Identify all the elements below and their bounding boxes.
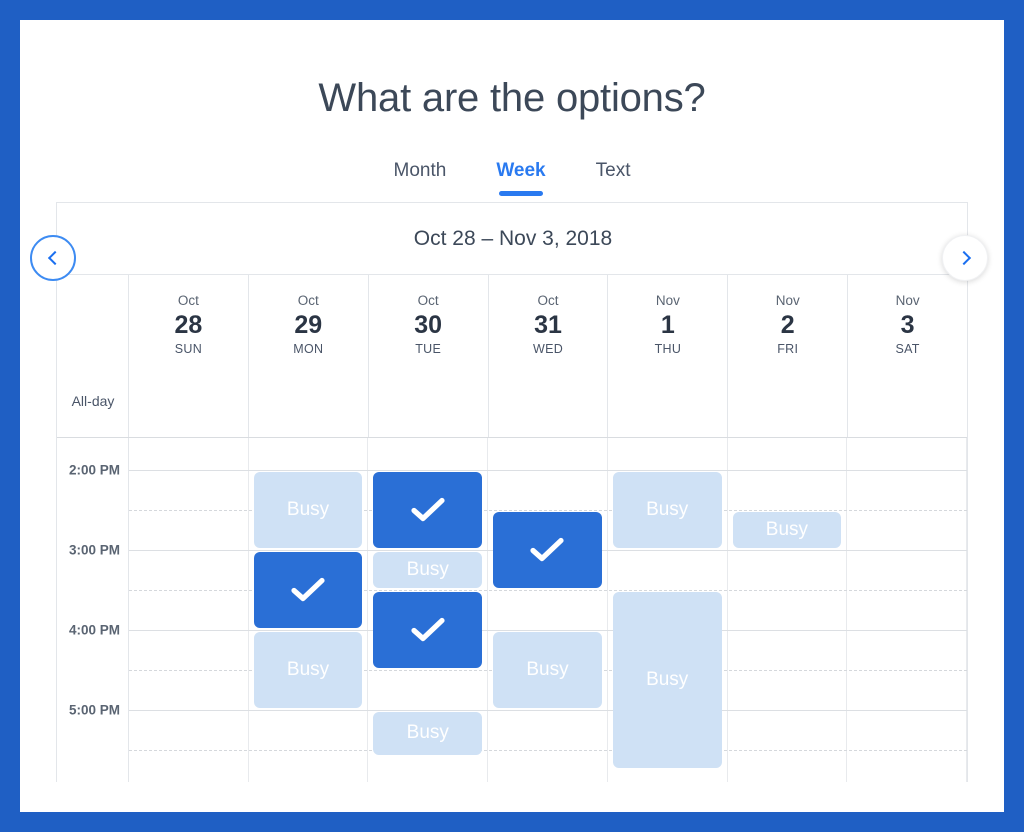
time-label-3: 5:00 PM	[68, 702, 120, 718]
day-header-5[interactable]: Nov 2 FRI	[728, 275, 849, 437]
content-card: What are the options? Month Week Text Oc…	[20, 20, 1004, 812]
outer-frame: What are the options? Month Week Text Oc…	[0, 0, 1024, 832]
day-header-2[interactable]: Oct 30 TUE	[369, 275, 489, 437]
event-busy-block[interactable]: Busy	[253, 472, 363, 548]
day-number-0: 28	[174, 311, 203, 339]
chevron-right-icon	[956, 250, 971, 266]
hour-line-2	[129, 630, 967, 631]
chevron-left-icon	[47, 250, 62, 266]
view-tabs: Month Week Text	[20, 152, 1004, 196]
time-label-0: 2:00 PM	[68, 462, 120, 478]
day-month-3: Oct	[537, 293, 559, 308]
day-header-3[interactable]: Oct 31 WED	[489, 275, 609, 437]
day-month-5: Nov	[775, 293, 800, 308]
day-month-4: Nov	[655, 293, 680, 308]
event-busy-block[interactable]: Busy	[732, 512, 842, 548]
event-label: Busy	[526, 659, 569, 680]
day-columns: Busy Busy Busy Busy Busy Busy Busy Busy	[129, 438, 967, 782]
event-busy-block[interactable]: Busy	[612, 592, 722, 768]
day-number-4: 1	[660, 311, 675, 339]
day-month-2: Oct	[417, 293, 439, 308]
day-header-1[interactable]: Oct 29 MON	[249, 275, 369, 437]
week-calendar: Oct 28 – Nov 3, 2018 All-day Oct 28 SUN …	[56, 202, 968, 782]
event-label: Busy	[286, 499, 330, 520]
allday-label: All-day	[71, 393, 115, 409]
event-label: Busy	[406, 722, 449, 744]
day-header-0[interactable]: Oct 28 SUN	[129, 275, 249, 437]
day-dow-4: THU	[654, 342, 682, 356]
day-dow-0: SUN	[174, 342, 203, 356]
day-dow-1: MON	[293, 342, 324, 356]
tab-week[interactable]: Week	[494, 152, 547, 196]
previous-week-button[interactable]	[30, 235, 76, 281]
calendar-header: Oct 28 – Nov 3, 2018	[57, 203, 967, 275]
day-header-4[interactable]: Nov 1 THU	[608, 275, 729, 437]
tab-text[interactable]: Text	[594, 152, 633, 196]
day-column-6[interactable]	[847, 438, 967, 782]
day-column-0[interactable]	[129, 438, 249, 782]
check-icon	[530, 537, 565, 563]
half-hour-line-4	[129, 750, 967, 751]
time-grid: 2:00 PM 3:00 PM 4:00 PM 5:00 PM Busy Busy Bus…	[57, 438, 967, 782]
day-number-1: 29	[294, 311, 323, 339]
event-label: Busy	[286, 659, 330, 680]
day-number-2: 30	[414, 311, 443, 339]
event-label: Busy	[406, 559, 449, 580]
hour-line-3	[129, 710, 967, 711]
time-gutter: 2:00 PM 3:00 PM 4:00 PM 5:00 PM	[57, 438, 129, 782]
day-column-3[interactable]	[488, 438, 608, 782]
day-number-6: 3	[900, 311, 915, 339]
date-range-label: Oct 28 – Nov 3, 2018	[413, 227, 613, 250]
event-busy-block[interactable]: Busy	[373, 712, 483, 755]
event-selected-slot[interactable]	[493, 512, 602, 588]
day-dow-2: TUE	[415, 342, 442, 356]
event-label: Busy	[765, 519, 809, 540]
day-column-5[interactable]	[728, 438, 848, 782]
day-month-6: Nov	[895, 293, 920, 308]
time-label-2: 4:00 PM	[68, 622, 120, 638]
day-dow-6: SAT	[895, 342, 920, 356]
check-icon	[411, 617, 445, 643]
event-busy-block[interactable]: Busy	[253, 632, 363, 708]
day-dow-3: WED	[532, 342, 564, 356]
page-title: What are the options?	[318, 76, 706, 120]
tab-month[interactable]: Month	[392, 152, 449, 196]
day-number-3: 31	[534, 311, 562, 339]
next-week-button[interactable]	[942, 235, 988, 281]
day-header-row: All-day Oct 28 SUN Oct 29 MON Oct 30 TUE	[57, 275, 967, 438]
event-busy-block[interactable]: Busy	[493, 632, 602, 708]
event-label: Busy	[646, 499, 689, 520]
event-busy-block[interactable]: Busy	[612, 472, 722, 548]
day-month-1: Oct	[297, 293, 319, 308]
event-label: Busy	[646, 669, 689, 690]
check-icon	[291, 577, 325, 603]
event-selected-slot[interactable]	[373, 592, 483, 668]
day-number-5: 2	[780, 311, 795, 339]
time-label-1: 3:00 PM	[68, 542, 120, 558]
event-selected-slot[interactable]	[253, 552, 363, 628]
day-dow-5: FRI	[777, 342, 799, 356]
event-selected-slot[interactable]	[373, 472, 483, 548]
day-month-0: Oct	[177, 293, 199, 308]
allday-gutter: All-day	[57, 275, 129, 437]
hour-line-0	[129, 470, 967, 471]
check-icon	[411, 497, 445, 523]
event-busy-block[interactable]: Busy	[373, 552, 483, 588]
day-header-6[interactable]: Nov 3 SAT	[848, 275, 967, 437]
